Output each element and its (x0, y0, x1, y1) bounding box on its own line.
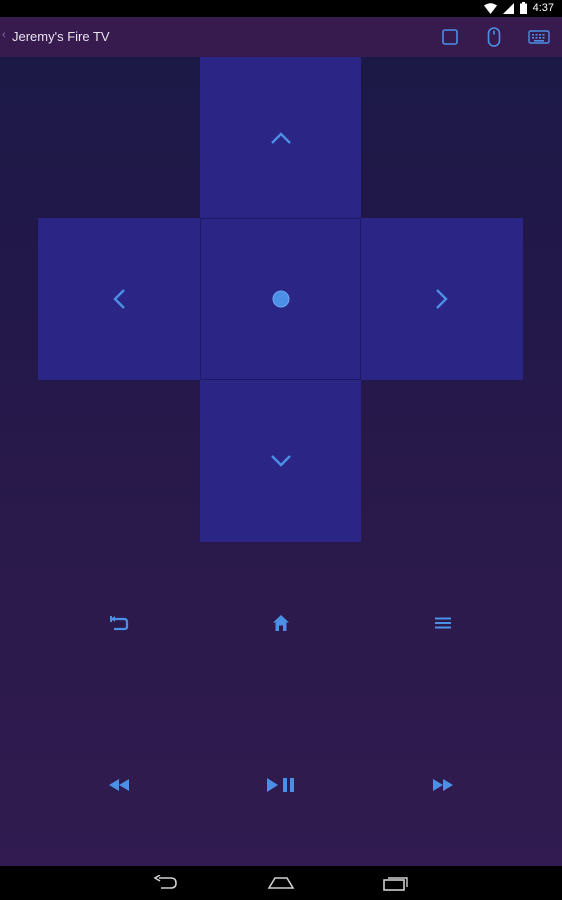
wifi-icon (483, 2, 497, 14)
nav-home-button[interactable] (261, 871, 301, 895)
menu-icon (435, 617, 451, 629)
chevron-down-icon (270, 455, 291, 467)
fast-forward-button[interactable] (423, 765, 463, 805)
nav-back-button[interactable] (146, 871, 186, 895)
status-bar: 4:37 (0, 0, 562, 17)
dpad-select-button[interactable] (200, 218, 361, 380)
rewind-icon (109, 779, 129, 791)
select-dot-icon (272, 290, 289, 308)
mouse-icon[interactable] (482, 25, 506, 49)
rewind-button[interactable] (99, 765, 139, 805)
up-caret-icon[interactable]: ‹ (2, 29, 6, 41)
dpad-left-button[interactable] (38, 218, 200, 380)
app-title[interactable]: Jeremy's Fire TV (12, 29, 110, 44)
navigation-bar (0, 866, 562, 900)
nav-back-icon (153, 875, 177, 889)
keyboard-icon[interactable] (527, 25, 551, 49)
nav-recents-button[interactable] (376, 871, 416, 895)
chevron-up-icon (270, 131, 291, 144)
nav-recents-icon (383, 877, 408, 891)
fast-forward-icon (433, 779, 453, 791)
return-icon (110, 616, 129, 631)
nav-home-icon (267, 877, 295, 889)
chevron-right-icon (436, 289, 448, 309)
back-button[interactable] (99, 603, 139, 643)
status-icons: 4:37 (483, 2, 554, 14)
home-button[interactable] (261, 603, 301, 643)
square-icon[interactable] (438, 25, 462, 49)
home-icon (273, 615, 289, 631)
app-bar: ‹ Jeremy's Fire TV (0, 17, 562, 57)
dpad-down-button[interactable] (200, 380, 361, 542)
play-pause-button[interactable] (261, 765, 301, 805)
dpad-up-button[interactable] (200, 57, 361, 218)
play-pause-icon (267, 778, 294, 792)
status-time: 4:37 (532, 2, 554, 14)
battery-icon (519, 2, 527, 14)
chevron-left-icon (113, 289, 125, 309)
menu-button[interactable] (423, 603, 463, 643)
dpad-right-button[interactable] (361, 218, 523, 380)
cell-signal-icon (502, 2, 514, 14)
remote-area (0, 57, 562, 866)
